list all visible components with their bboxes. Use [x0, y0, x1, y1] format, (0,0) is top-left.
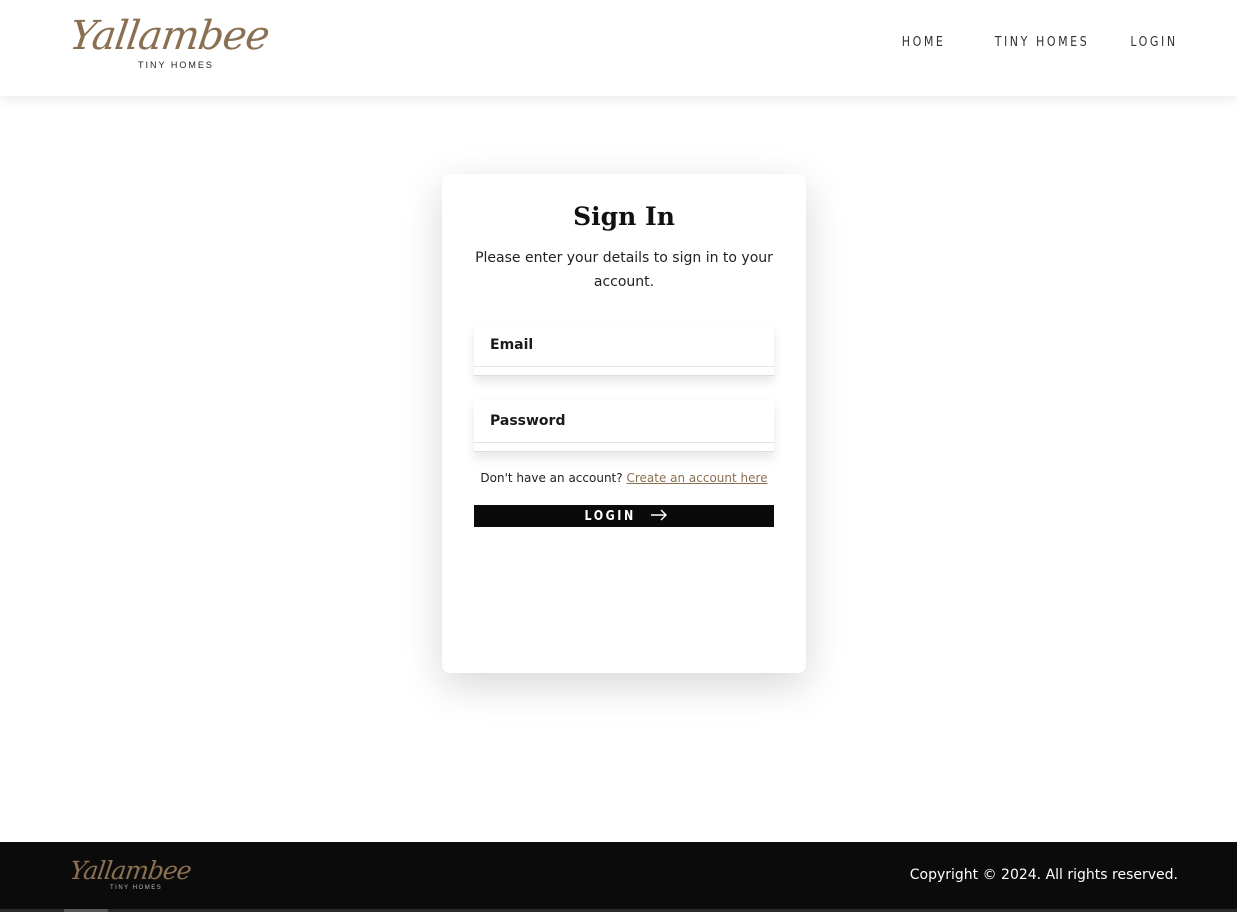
site-logo[interactable]: Yallambee TINY HOMES [67, 13, 272, 72]
signin-card: Sign In Please enter your details to sig… [442, 174, 806, 673]
footer-logo[interactable]: Yallambee TINY HOMES [68, 856, 193, 896]
signin-subtitle: Please enter your details to sign in to … [475, 250, 773, 290]
create-account-link[interactable]: Create an account here [626, 471, 767, 485]
arrow-right-icon [650, 509, 668, 524]
password-field[interactable] [474, 400, 774, 443]
login-button[interactable]: LOGIN [474, 505, 774, 527]
footer-logo-script: Yallambee [67, 856, 193, 885]
logo-subtitle: TINY HOMES [138, 60, 214, 70]
no-account-text: Don't have an account? [480, 471, 623, 485]
site-header: Yallambee TINY HOMES HOME TINY HOMES LOG… [0, 0, 1237, 96]
email-field[interactable] [474, 324, 774, 367]
site-footer: Yallambee TINY HOMES Copyright © 2024. A… [0, 842, 1237, 912]
nav-tiny-homes[interactable]: TINY HOMES [995, 35, 1090, 50]
main-nav: HOME TINY HOMES LOGIN [894, 35, 1178, 50]
nav-home[interactable]: HOME [901, 35, 945, 50]
signin-title: Sign In [573, 202, 675, 231]
footer-logo-subtitle: TINY HOMES [110, 885, 163, 891]
logo-script-text: Yallambee [66, 13, 272, 59]
password-field-wrapper [474, 400, 774, 452]
copyright-text: Copyright © 2024. All rights reserved. [909, 867, 1178, 883]
email-field-wrapper [474, 324, 774, 376]
signup-prompt: Don't have an account? Create an account… [442, 471, 806, 485]
nav-login[interactable]: LOGIN [1131, 35, 1178, 50]
login-button-label: LOGIN [584, 508, 636, 524]
